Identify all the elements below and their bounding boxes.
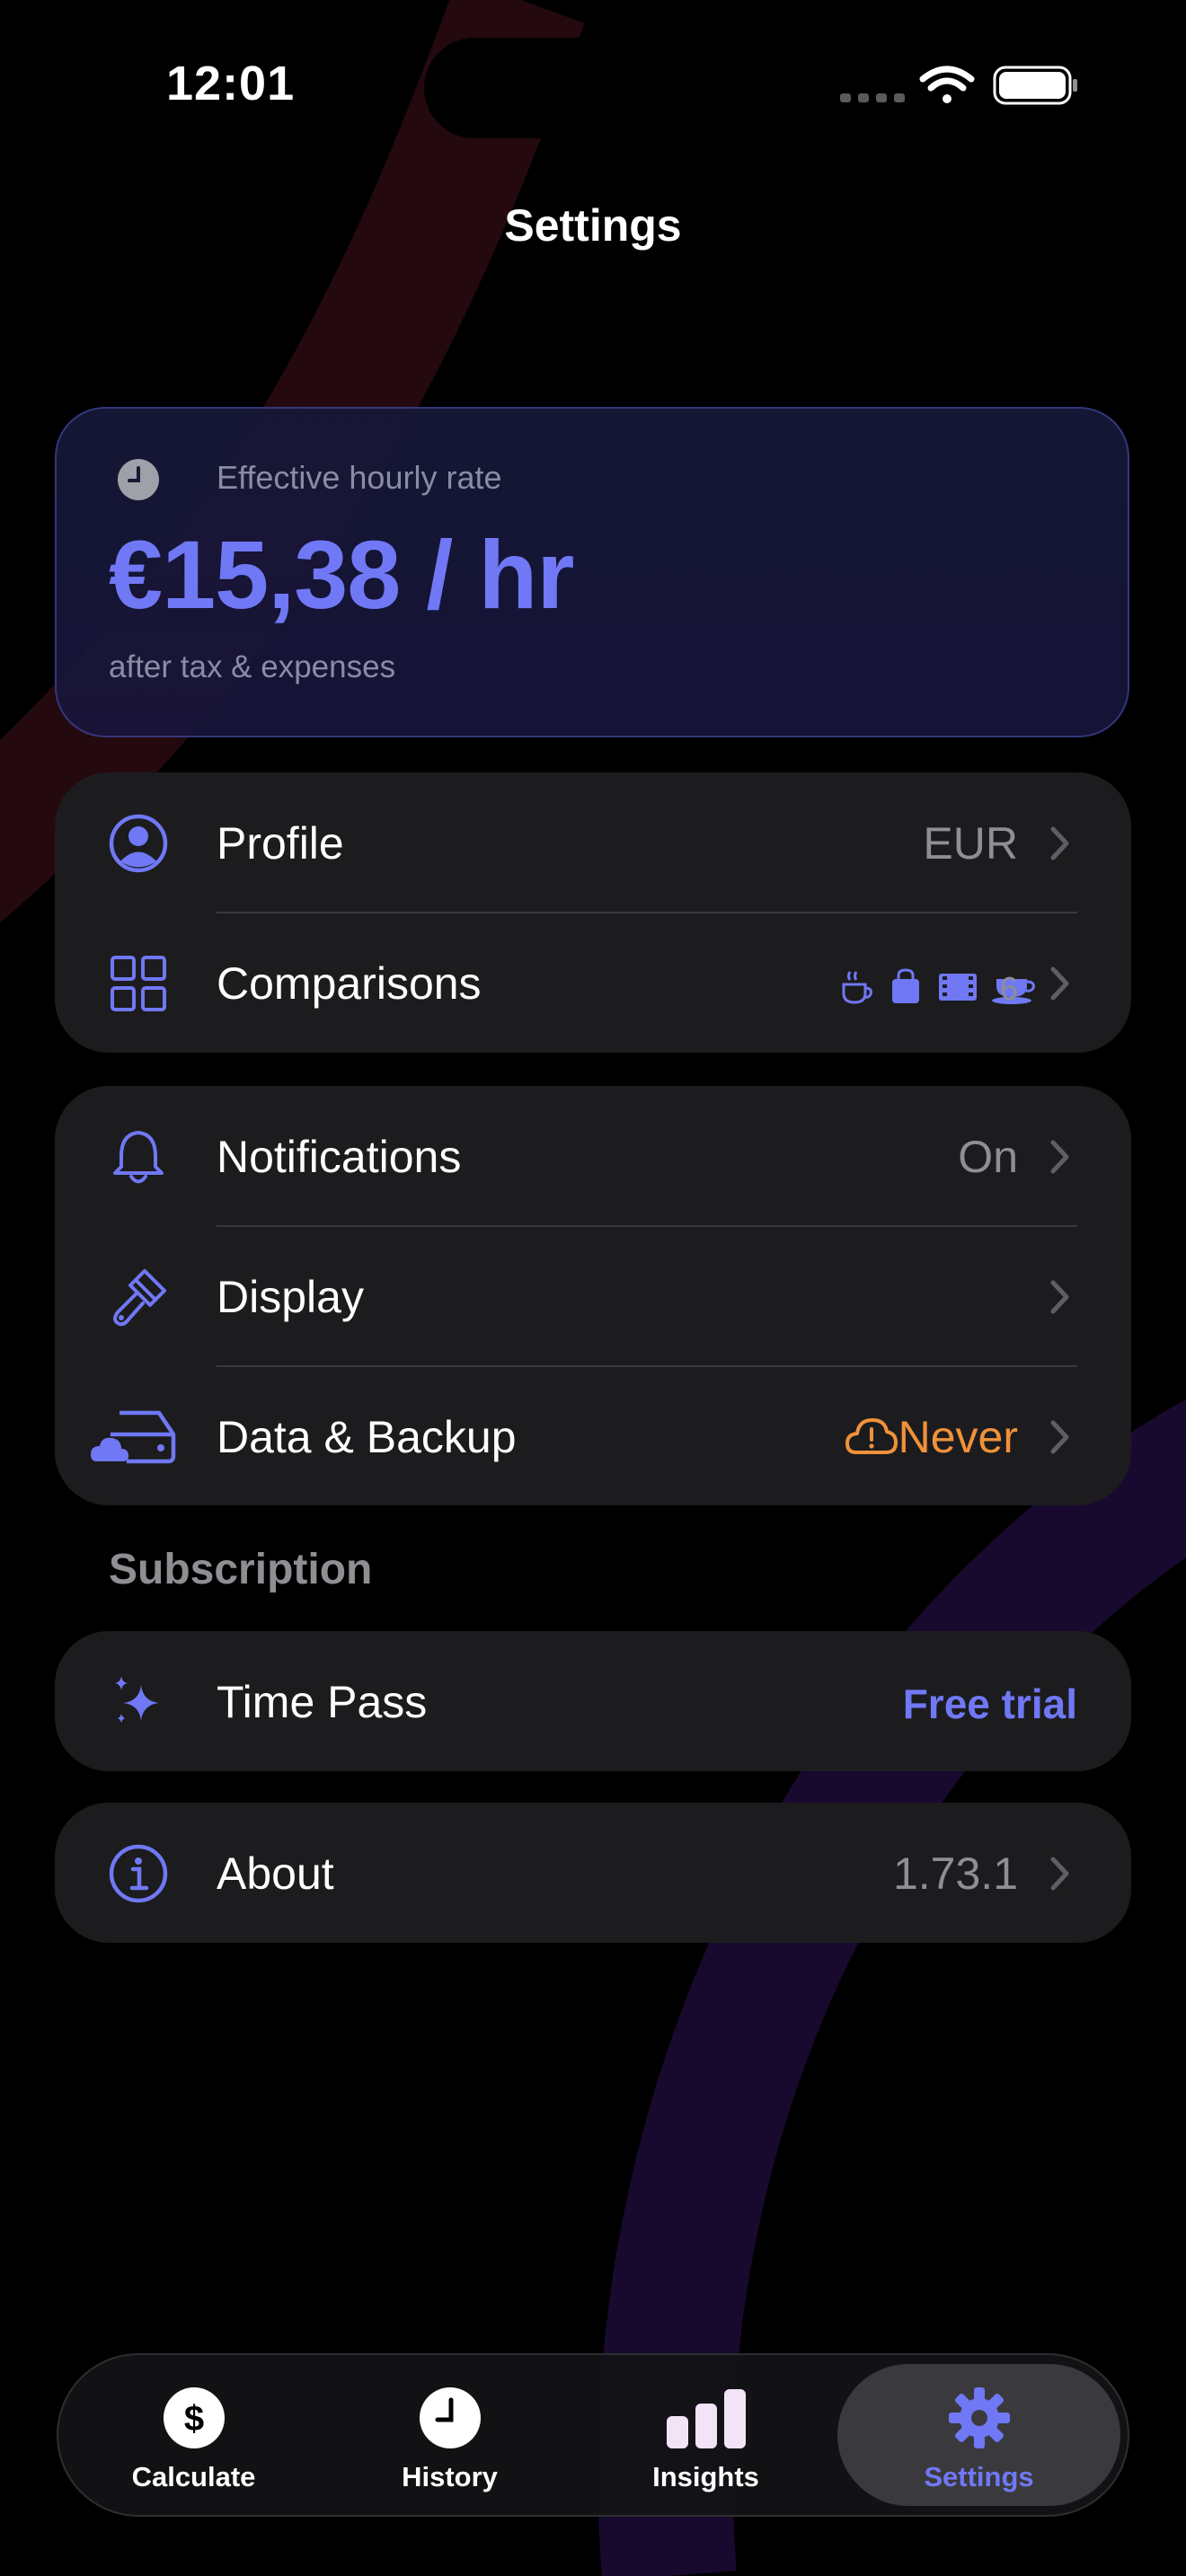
bar-chart-icon [666,2389,746,2448]
status-icons [840,66,1077,105]
tab-settings-label: Settings [924,2461,1034,2492]
display-row[interactable]: Display [55,1226,1131,1366]
clock-icon [118,459,159,500]
notifications-row[interactable]: Notifications On [55,1086,1131,1226]
about-label: About [217,1848,334,1899]
grid-icon [111,956,166,1011]
battery-icon [993,66,1077,105]
chevron-right-icon [1050,966,1069,1001]
tab-bar: $ Calculate History Insights Settings [57,2353,1129,2517]
page-title: Settings [504,200,682,251]
profile-value: EUR [923,818,1018,869]
hourly-rate-card: Effective hourly rate €15,38 / hr after … [55,407,1129,737]
profile-row[interactable]: Profile EUR [55,772,1131,913]
app-version: 1.73.1 [892,1848,1018,1899]
wifi-icon [919,66,975,103]
about-row[interactable]: About 1.73.1 [55,1803,1131,1943]
time-pass-card[interactable]: Time Pass Free trial [55,1631,1131,1771]
comparisons-count: 6 [999,970,1018,1007]
tab-history-label: History [402,2461,498,2492]
bell-icon [113,1131,164,1184]
status-time: 12:01 [166,57,296,110]
data-backup-value: Never [898,1412,1018,1462]
info-icon [109,1844,168,1903]
chevron-right-icon [1050,1140,1069,1174]
display-label: Display [217,1272,364,1322]
paintbrush-icon [113,1269,166,1327]
time-pass-status[interactable]: Free trial [903,1680,1077,1728]
cellular-signal-icon [840,93,905,102]
data-backup-label: Data & Backup [217,1412,517,1462]
time-pass-row[interactable]: Time Pass Free trial [55,1631,1131,1771]
cloud-drive-icon [91,1410,176,1464]
data-backup-row[interactable]: Data & Backup Never [55,1366,1131,1506]
dynamic-island [424,38,770,138]
chevron-right-icon [1050,826,1069,860]
hourly-rate-label: Effective hourly rate [217,459,502,496]
settings-group-preferences: Notifications On Display Data & Backup N… [55,1086,1131,1505]
notifications-label: Notifications [217,1132,462,1182]
chevron-right-icon [1050,1857,1069,1891]
person-circle-icon [109,814,168,873]
time-pass-label: Time Pass [217,1677,428,1727]
tab-insights-label: Insights [652,2461,759,2492]
chevron-right-icon [1050,1420,1069,1454]
profile-label: Profile [217,818,344,869]
hourly-rate-subtitle: after tax & expenses [109,649,396,684]
coffee-cup-icon [842,971,872,1004]
tab-calculate[interactable]: $ Calculate [66,2355,322,2515]
dollar-icon: $ [163,2387,225,2448]
cloud-warning-icon [845,1418,898,1454]
svg-text:$: $ [183,2399,203,2439]
tab-calculate-label: Calculate [131,2461,256,2492]
sparkles-icon [115,1676,159,1723]
shopping-bag-icon [892,968,919,1003]
clock-icon [419,2387,481,2448]
tab-insights[interactable]: Insights [578,2355,834,2515]
comparisons-row[interactable]: Comparisons 6 [55,913,1131,1053]
tab-settings[interactable]: Settings [837,2364,1120,2506]
tab-history[interactable]: History [322,2355,578,2515]
film-icon [939,974,977,1001]
hourly-rate-value: €15,38 / hr [109,520,574,629]
gear-icon [948,2387,1010,2448]
comparisons-label: Comparisons [217,958,482,1009]
settings-group-profile: Profile EUR Comparisons 6 [55,772,1131,1053]
subscription-header: Subscription [109,1546,373,1593]
chevron-right-icon [1050,1280,1069,1314]
notifications-value: On [958,1132,1018,1182]
about-card: About 1.73.1 [55,1803,1131,1943]
